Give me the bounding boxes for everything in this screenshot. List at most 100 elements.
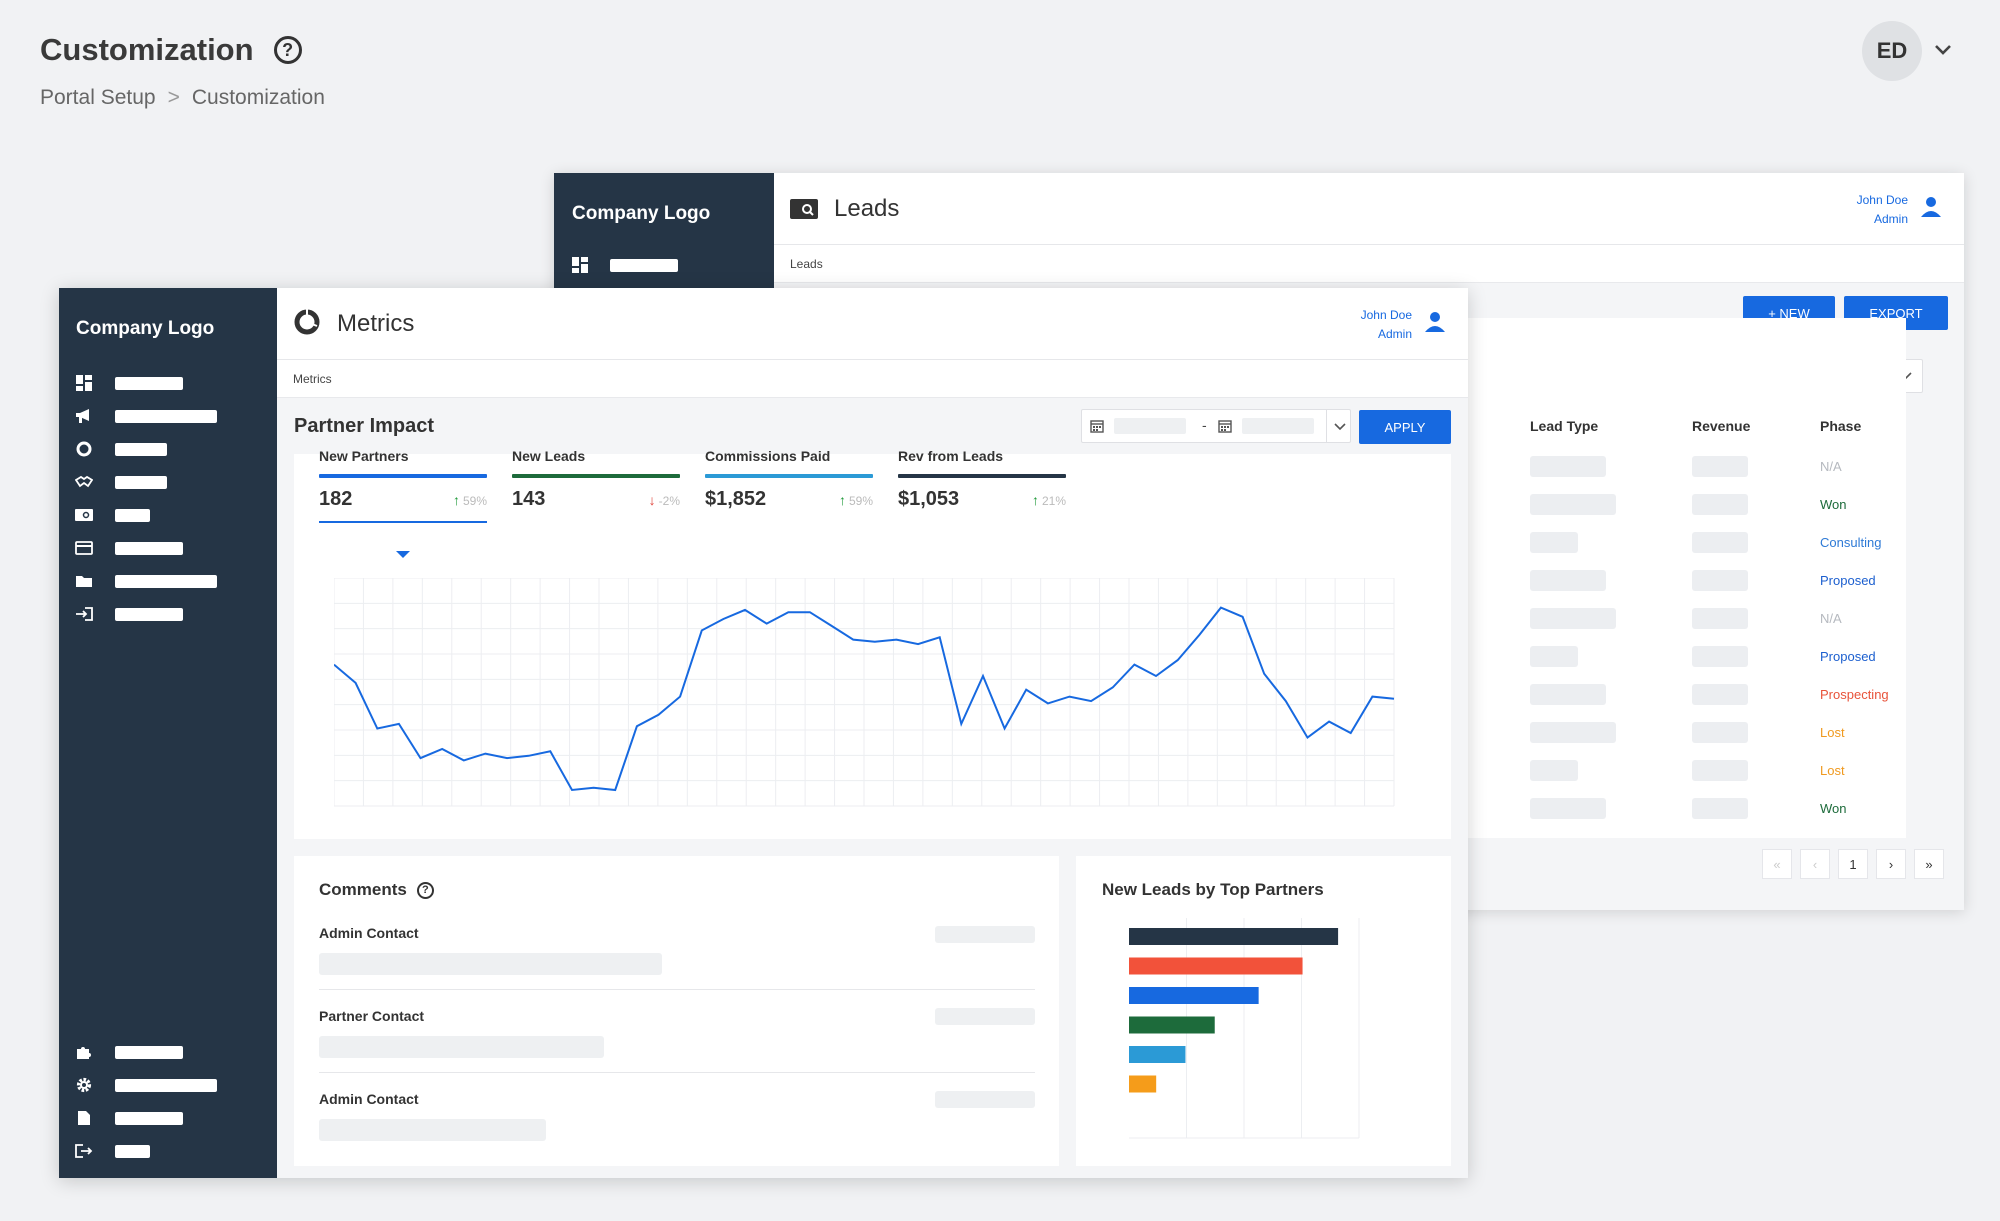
revenue-placeholder (1692, 532, 1748, 553)
document-icon (78, 1111, 90, 1125)
donut-chart-icon (294, 309, 320, 335)
pager-last[interactable]: » (1914, 849, 1944, 879)
sidebar-item-leads[interactable] (75, 506, 150, 524)
arrow-up-icon: ↑ (1031, 492, 1039, 508)
calendar-icon (1218, 420, 1232, 433)
lead-type-placeholder (1530, 760, 1578, 781)
leads-subheader: Leads (774, 245, 1964, 283)
sidebar-item-label (115, 442, 167, 456)
kpi-change-value: 59% (462, 494, 487, 508)
kpi-change-value: -2% (658, 494, 680, 508)
sidebar-item-integrations[interactable] (75, 1043, 183, 1061)
breadcrumb-customization: Customization (191, 86, 325, 109)
user-info[interactable]: John Doe Admin (1857, 191, 1908, 229)
chart-bar (1129, 1075, 1157, 1093)
chevron-down-icon[interactable] (1334, 423, 1346, 431)
help-icon[interactable]: ? (273, 36, 302, 64)
user-info[interactable]: John Doe Admin (1361, 306, 1412, 344)
kpi-value: $1,053 (898, 488, 960, 510)
sidebar-item-dashboard[interactable] (572, 257, 678, 273)
page-title-text: Customization (40, 32, 254, 67)
donut-chart-icon (76, 441, 92, 457)
sidebar-item-dashboard[interactable] (75, 374, 183, 392)
sidebar-item-files[interactable] (75, 572, 217, 590)
lead-phase: Lost (1820, 763, 1845, 778)
metrics-subheader: Metrics (277, 360, 1468, 398)
chart-bar (1129, 987, 1259, 1004)
user-role: Admin (1377, 327, 1412, 341)
sidebar-item-sign-out[interactable] (75, 1142, 150, 1160)
metrics-header: Metrics John Doe Admin (277, 288, 1468, 360)
apply-button[interactable]: APPLY (1359, 410, 1451, 444)
kpi-change: ↑ 21% (1032, 492, 1066, 508)
sidebar-item-documents[interactable] (75, 1109, 183, 1127)
lead-phase: Proposed (1820, 573, 1876, 588)
lead-type-placeholder (1530, 532, 1578, 553)
kpi-tab[interactable]: New Partners 182 ↑ 59% (319, 448, 487, 523)
user-icon[interactable] (1424, 310, 1446, 334)
sidebar-item-partners[interactable] (75, 473, 167, 491)
pager-next[interactable]: › (1876, 849, 1906, 879)
column-header-phase[interactable]: Phase (1820, 418, 1861, 434)
sidebar-item-label (115, 475, 167, 489)
start-date-input[interactable] (1114, 418, 1186, 434)
revenue-placeholder (1692, 456, 1748, 477)
revenue-placeholder (1692, 722, 1748, 743)
sidebar-item-metrics[interactable] (75, 440, 167, 458)
sidebar-item-label (115, 508, 150, 522)
pager-current-page[interactable]: 1 (1838, 849, 1868, 879)
kpi-value: 143 (512, 488, 546, 510)
comment-text (319, 953, 662, 975)
column-header-lead-type[interactable]: Lead Type (1530, 418, 1598, 434)
chart-bar (1129, 928, 1339, 945)
user-icon[interactable] (1920, 195, 1942, 219)
sidebar-item-label (115, 607, 183, 621)
kpi-tab[interactable]: New Leads 143 ↓ -2% (512, 448, 680, 511)
help-icon[interactable]: ? (416, 881, 434, 899)
sidebar-item-settings[interactable] (75, 1076, 217, 1094)
revenue-placeholder (1692, 570, 1748, 591)
avatar[interactable]: ED (1862, 21, 1922, 81)
kpi-value: $1,852 (705, 488, 767, 510)
user-name: John Doe (1856, 193, 1908, 207)
breadcrumb-portal-setup[interactable]: Portal Setup (40, 86, 156, 110)
active-tab-underline (319, 521, 487, 523)
sign-out-icon (75, 1144, 93, 1158)
leads-title: Leads (834, 195, 900, 222)
credit-card-icon (75, 541, 93, 555)
sidebar-item-label (115, 1144, 150, 1158)
calendar-icon (1090, 420, 1104, 433)
column-header-revenue[interactable]: Revenue (1692, 418, 1750, 434)
lead-type-placeholder (1530, 456, 1606, 477)
divider (319, 989, 1035, 990)
kpi-change: ↓ -2% (649, 492, 680, 508)
comment-date (935, 1091, 1035, 1108)
comments-title-text: Comments (319, 880, 407, 899)
lead-type-placeholder (1530, 608, 1616, 629)
lead-phase: Proposed (1820, 649, 1876, 664)
pager-first[interactable]: « (1762, 849, 1792, 879)
sidebar-item-billing[interactable] (75, 539, 183, 557)
kpi-change: ↑ 59% (839, 492, 873, 508)
kpi-value: 182 (319, 488, 353, 510)
active-tab-caret-icon (396, 551, 410, 558)
sidebar-item-sign-in[interactable] (75, 605, 183, 623)
user-role: Admin (1873, 212, 1908, 226)
pager-prev[interactable]: ‹ (1800, 849, 1830, 879)
chevron-down-icon[interactable] (1932, 38, 1954, 60)
end-date-input[interactable] (1242, 418, 1314, 434)
kpi-accent-line (319, 474, 487, 478)
kpi-tab[interactable]: Rev from Leads $1,053 ↑ 21% (898, 448, 1066, 511)
sidebar-item-announcements[interactable] (75, 407, 217, 425)
date-range-picker[interactable]: - (1081, 409, 1351, 443)
date-separator: - (1202, 417, 1207, 433)
arrow-up-icon: ↑ (838, 492, 846, 508)
comment-date (935, 1008, 1035, 1025)
metrics-preview-window: Company Logo Metrics John Doe Admin Metr… (59, 288, 1468, 1178)
megaphone-icon (76, 409, 89, 423)
arrow-up-icon: ↑ (452, 492, 460, 508)
kpi-tab[interactable]: Commissions Paid $1,852 ↑ 59% (705, 448, 873, 511)
comments-title: Comments ? (319, 880, 434, 900)
kpi-accent-line (512, 474, 680, 478)
kpi-label: New Leads (512, 448, 586, 464)
